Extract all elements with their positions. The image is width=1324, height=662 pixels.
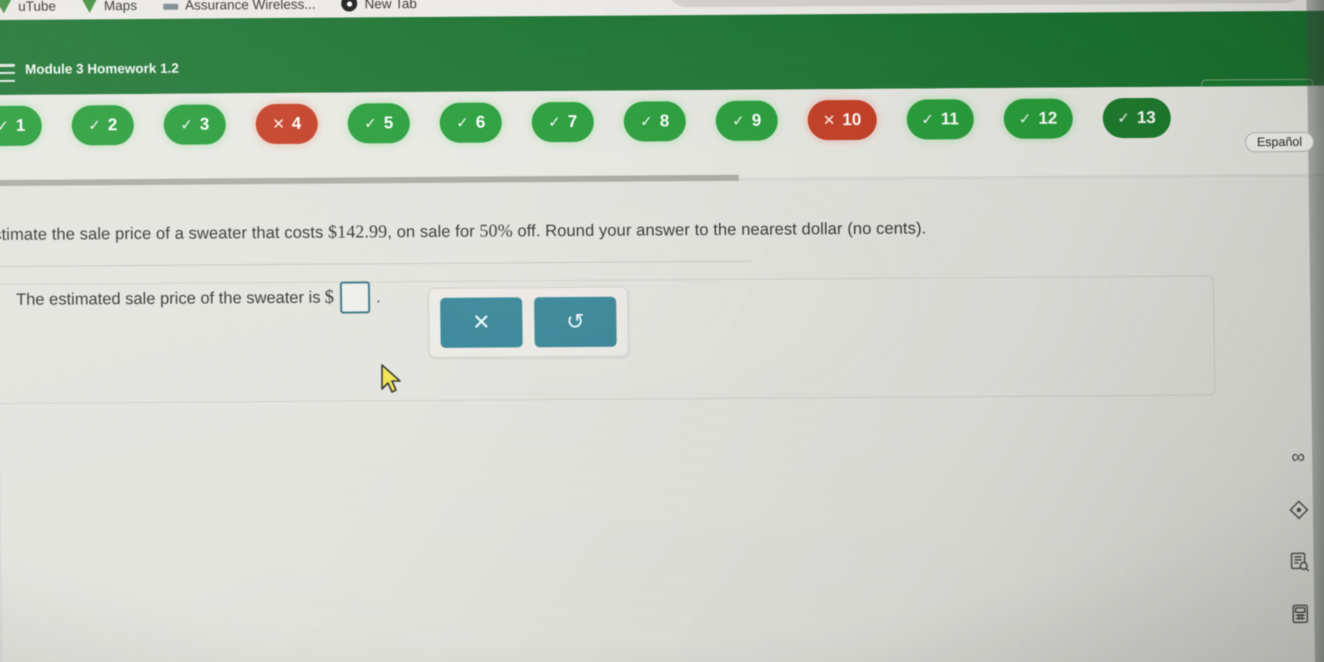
answer-line: The estimated sale price of the sweater … <box>16 281 381 316</box>
dollar-sign-label: $ <box>324 286 335 308</box>
answer-prefix-label: The estimated sale price of the sweater … <box>15 288 321 309</box>
question-pill-number: 12 <box>1038 108 1058 128</box>
question-pill-3[interactable]: ✓ 3 <box>163 104 227 145</box>
bookmark-label: Maps <box>103 0 138 13</box>
question-pill-9[interactable]: ✓ 9 <box>715 100 779 141</box>
question-pill-8[interactable]: ✓ 8 <box>623 101 687 142</box>
question-pill-number: 8 <box>659 111 670 131</box>
check-icon: ✓ <box>88 117 101 135</box>
bookmark-assurance-wireless[interactable]: Assurance Wireless... <box>162 0 316 13</box>
question-pill-number: 13 <box>1136 107 1156 128</box>
cross-icon: ✕ <box>272 115 285 134</box>
question-prompt: stimate the sale price of a sweater that… <box>0 217 1003 245</box>
check-icon: ✓ <box>456 114 469 132</box>
mouse-pointer-icon <box>381 364 403 398</box>
check-icon: ✓ <box>364 115 377 133</box>
prompt-lead: stimate the sale price of a sweater that… <box>0 223 324 245</box>
globe-icon: ● <box>341 0 358 12</box>
clear-answer-button[interactable]: ✕ <box>440 297 523 348</box>
question-pill-number: 2 <box>107 115 118 135</box>
question-pill-row[interactable]: ✓ 1 ✓ 2 ✓ 3 ✕ 4 ✓ 5 ✓ 6 ✓ 7 ✓ 8 ✓ 9 ✕ 10 ✓ 11 ✓ 12 ✓ 13 <box>0 86 1300 157</box>
infinity-icon[interactable]: ∞ <box>1285 445 1311 471</box>
diamond-tool-icon[interactable] <box>1286 497 1312 523</box>
question-pill-6[interactable]: ✓ 6 <box>439 102 503 143</box>
question-pill-number: 11 <box>940 109 959 129</box>
discount-percent: 50% <box>479 220 513 241</box>
youtube-icon <box>0 0 11 13</box>
check-icon: ✓ <box>548 114 561 132</box>
check-icon: ✓ <box>1117 110 1131 128</box>
check-icon: ✓ <box>732 112 745 130</box>
cross-icon: ✕ <box>822 112 836 130</box>
question-pill-4[interactable]: ✕ 4 <box>255 103 319 145</box>
question-pill-10[interactable]: ✕ 10 <box>807 99 877 141</box>
bookmark-maps[interactable]: Maps <box>82 0 137 13</box>
maps-icon <box>82 0 97 13</box>
bookmark-label: Assurance Wireless... <box>184 0 316 13</box>
question-nav-band: ✓1✓2✓3✕4✓5✓6✓7✓8✓9✕10✓11✓12✓13 Español ›… <box>0 85 1324 207</box>
question-pill-11[interactable]: ✓ 11 <box>906 99 975 140</box>
question-pill-12[interactable]: ✓ 12 <box>1003 98 1073 139</box>
question-pill-number: 4 <box>291 113 302 133</box>
espanol-badge[interactable]: Español <box>1244 131 1315 153</box>
prompt-tail: off. Round your answer to the nearest do… <box>517 219 927 241</box>
calculator-icon[interactable] <box>1287 601 1313 627</box>
check-icon: ✓ <box>180 116 193 134</box>
question-pill-number: 6 <box>475 112 486 132</box>
answer-period: . <box>375 287 381 306</box>
address-bar[interactable]: SKC7yNj23DaflbMD3uDOBG64JfbH3F0XLL6ap9Fu… <box>665 0 1307 8</box>
undo-button[interactable]: ↺ <box>534 296 617 348</box>
bookmark-new-tab[interactable]: ● New Tab <box>341 0 417 12</box>
check-icon: ✓ <box>921 111 934 129</box>
question-pill-2[interactable]: ✓ 2 <box>71 105 135 146</box>
question-pill-1[interactable]: ✓ 1 <box>0 105 43 147</box>
question-pill-5[interactable]: ✓ 5 <box>347 103 411 144</box>
check-icon: ✓ <box>0 117 9 135</box>
content-divider <box>0 260 752 268</box>
question-pill-number: 5 <box>383 113 394 133</box>
question-content: stimate the sale price of a sweater that… <box>0 176 1324 662</box>
question-pill-number: 3 <box>199 114 210 134</box>
answer-toolbar: ✕ ↺ <box>427 286 629 358</box>
question-pill-number: 9 <box>751 110 762 130</box>
app-header: Module 3 Homework 1.2 Question 18 of 23 … <box>0 10 1324 114</box>
bookmark-label: uTube <box>18 0 57 14</box>
price-value: $142.99 <box>327 221 388 242</box>
bookmark-youtube[interactable]: uTube <box>0 0 56 13</box>
answer-input[interactable] <box>339 281 371 314</box>
assignment-title: Module 3 Homework 1.2 <box>24 60 179 77</box>
check-icon: ✓ <box>640 113 653 131</box>
document-search-icon[interactable] <box>1286 549 1312 575</box>
prompt-mid: , on sale for <box>387 222 475 242</box>
hamburger-icon[interactable] <box>0 63 16 82</box>
assurance-wireless-icon <box>162 3 179 10</box>
question-pill-13[interactable]: ✓ 13 <box>1102 97 1172 139</box>
question-pill-7[interactable]: ✓ 7 <box>531 101 595 143</box>
question-pill-number: 1 <box>15 115 26 135</box>
screen-photo: uTube Maps Assurance Wireless... ● New T… <box>0 0 1324 662</box>
bookmark-label: New Tab <box>364 0 417 11</box>
question-pill-number: 10 <box>842 109 862 130</box>
question-pill-number: 7 <box>567 111 578 131</box>
check-icon: ✓ <box>1018 110 1032 128</box>
